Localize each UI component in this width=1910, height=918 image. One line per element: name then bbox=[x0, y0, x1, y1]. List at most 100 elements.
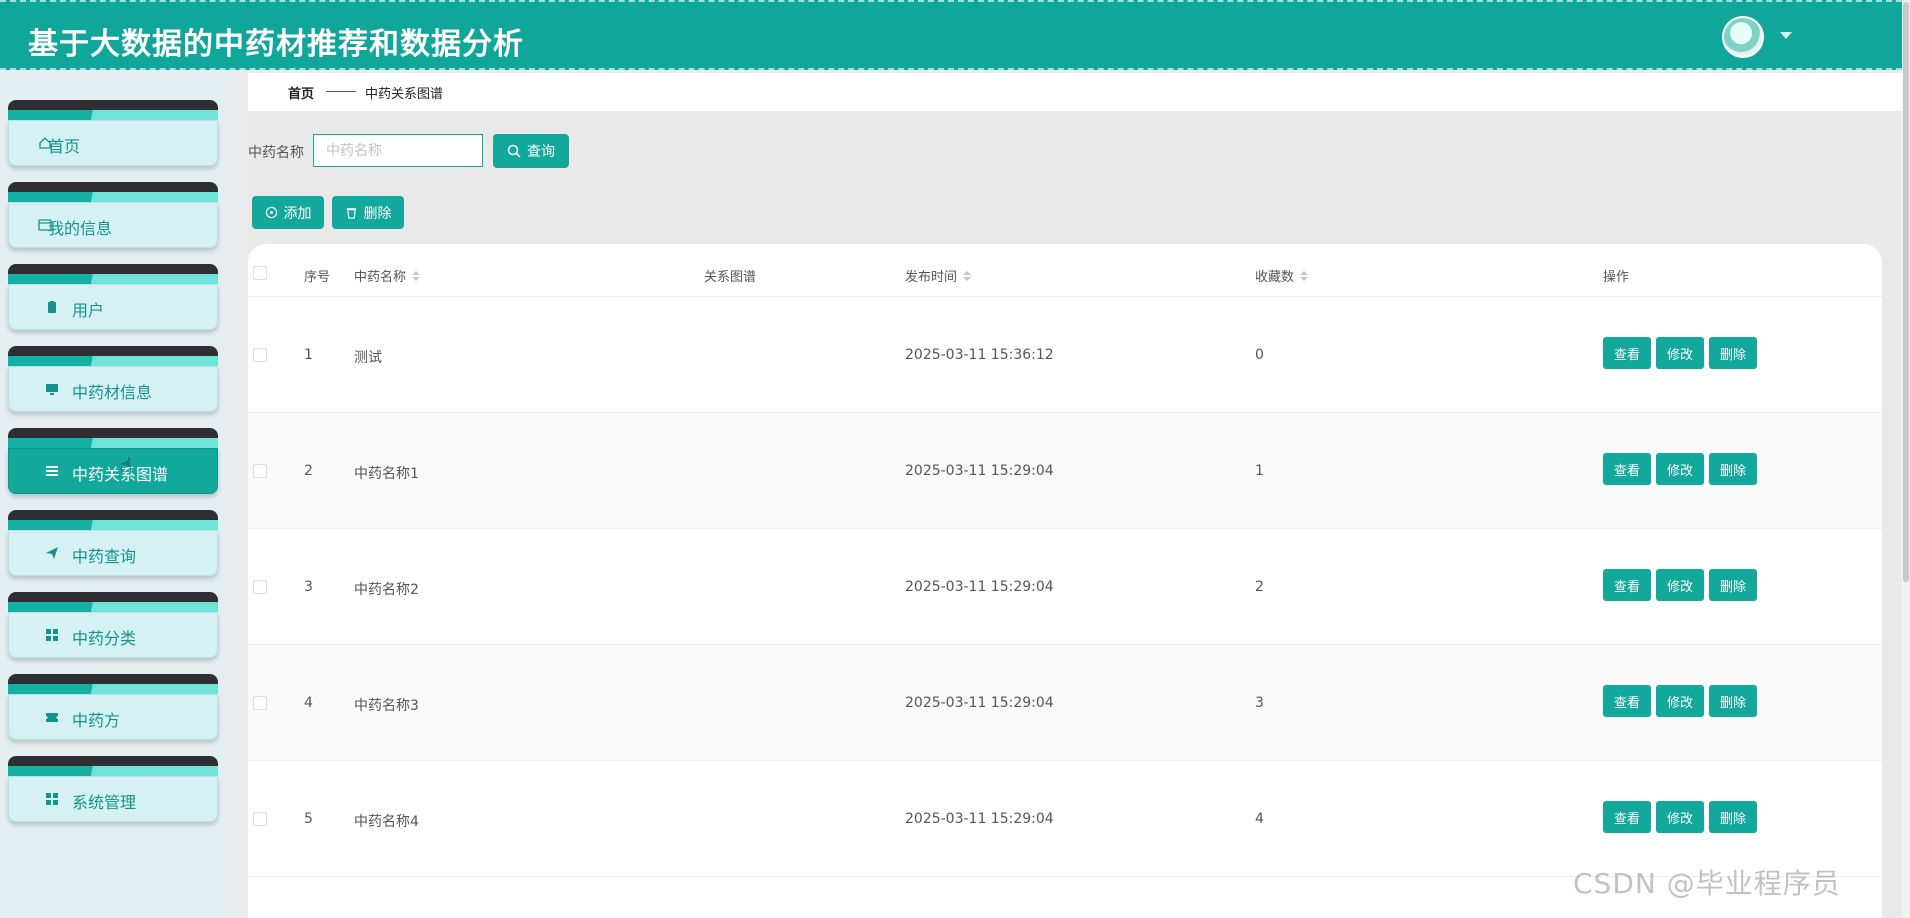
row-name: 测试 bbox=[354, 350, 382, 366]
row-time: 2025-03-11 15:36:12 bbox=[905, 347, 1054, 363]
query-button-label: 查询 bbox=[527, 143, 555, 159]
table-header: 序号 中药名称 关系图谱 发布时间 收藏数 操作 bbox=[248, 244, 1882, 297]
delete-button[interactable]: 删除 bbox=[1709, 569, 1757, 601]
table-row: 3 中药名称2 2025-03-11 15:29:04 2 查看 修改 删除 bbox=[248, 529, 1882, 645]
row-name: 中药名称1 bbox=[354, 466, 419, 482]
row-time: 2025-03-11 15:29:04 bbox=[905, 463, 1054, 479]
sort-icon[interactable] bbox=[412, 270, 421, 281]
sidebar-item-users[interactable]: 用户 bbox=[8, 264, 218, 330]
column-header-favorites[interactable]: 收藏数 bbox=[1255, 266, 1309, 285]
row-favorites: 1 bbox=[1255, 463, 1264, 479]
scrollbar-thumb[interactable] bbox=[1903, 2, 1909, 582]
view-button[interactable]: 查看 bbox=[1603, 569, 1651, 601]
edit-button[interactable]: 修改 bbox=[1656, 801, 1704, 833]
row-checkbox[interactable] bbox=[253, 464, 267, 478]
row-name: 中药名称2 bbox=[354, 582, 419, 598]
sidebar-item-label: 中药材信息 bbox=[72, 383, 153, 402]
sidebar-item-prescription[interactable]: 中药方 bbox=[8, 674, 218, 740]
user-avatar[interactable] bbox=[1722, 16, 1764, 58]
delete-button[interactable]: 删除 bbox=[1709, 685, 1757, 717]
column-header-actions: 操作 bbox=[1603, 270, 1630, 285]
row-name: 中药名称4 bbox=[354, 814, 419, 830]
add-button[interactable]: 添加 bbox=[252, 196, 324, 229]
row-index: 3 bbox=[304, 579, 313, 595]
app-title: 基于大数据的中药材推荐和数据分析 bbox=[28, 27, 524, 62]
chevron-down-icon[interactable] bbox=[1780, 32, 1792, 39]
list-icon bbox=[45, 464, 59, 478]
edit-button[interactable]: 修改 bbox=[1656, 569, 1704, 601]
sidebar-item-label: 中药方 bbox=[72, 711, 121, 730]
sidebar-item-label: 系统管理 bbox=[72, 793, 137, 812]
batch-delete-button[interactable]: 删除 bbox=[332, 196, 404, 229]
view-button[interactable]: 查看 bbox=[1603, 453, 1651, 485]
edit-button[interactable]: 修改 bbox=[1656, 337, 1704, 369]
trash-icon bbox=[346, 208, 356, 219]
breadcrumb: 首页 中药关系图谱 bbox=[248, 73, 1902, 111]
sort-icon[interactable] bbox=[963, 270, 972, 281]
sidebar-item-home[interactable]: 首页 bbox=[8, 100, 218, 166]
sidebar-item-herb-category[interactable]: 中药分类 bbox=[8, 592, 218, 658]
sidebar: 首页 我的信息 用户 中药材信息 中药关系图谱 中药查询 中药分类 中药方 系统… bbox=[0, 72, 228, 918]
ticket-icon bbox=[45, 710, 59, 724]
row-checkbox[interactable] bbox=[253, 348, 267, 362]
view-button[interactable]: 查看 bbox=[1603, 801, 1651, 833]
sidebar-item-label: 我的信息 bbox=[48, 219, 113, 238]
row-index: 2 bbox=[304, 463, 313, 479]
row-favorites: 4 bbox=[1255, 811, 1264, 827]
edit-button[interactable]: 修改 bbox=[1656, 453, 1704, 485]
row-favorites: 3 bbox=[1255, 695, 1264, 711]
sidebar-item-label: 用户 bbox=[72, 301, 105, 320]
herb-name-search-input[interactable] bbox=[313, 134, 483, 167]
breadcrumb-current: 中药关系图谱 bbox=[365, 87, 444, 102]
view-button[interactable]: 查看 bbox=[1603, 685, 1651, 717]
column-header-time[interactable]: 发布时间 bbox=[905, 266, 972, 285]
top-header: 基于大数据的中药材推荐和数据分析 bbox=[0, 0, 1902, 70]
batch-delete-button-label: 删除 bbox=[363, 204, 392, 221]
sidebar-item-herb-info[interactable]: 中药材信息 bbox=[8, 346, 218, 412]
sidebar-item-system[interactable]: 系统管理 bbox=[8, 756, 218, 822]
watermark: CSDN @毕业程序员 bbox=[1573, 867, 1841, 900]
table-row: 5 中药名称4 2025-03-11 15:29:04 4 查看 修改 删除 bbox=[248, 761, 1882, 877]
row-time: 2025-03-11 15:29:04 bbox=[905, 811, 1054, 827]
select-all-checkbox[interactable] bbox=[253, 266, 267, 280]
send-icon bbox=[45, 546, 59, 560]
row-checkbox[interactable] bbox=[253, 812, 267, 826]
row-checkbox[interactable] bbox=[253, 696, 267, 710]
column-header-graph: 关系图谱 bbox=[704, 270, 757, 285]
plus-circle-icon bbox=[265, 206, 277, 219]
hand-cursor-icon: ☝ bbox=[120, 453, 133, 477]
breadcrumb-home[interactable]: 首页 bbox=[288, 83, 314, 102]
sidebar-item-herb-query[interactable]: 中药查询 bbox=[8, 510, 218, 576]
row-checkbox[interactable] bbox=[253, 580, 267, 594]
delete-button[interactable]: 删除 bbox=[1709, 337, 1757, 369]
query-button[interactable]: 查询 bbox=[493, 134, 569, 168]
search-label: 中药名称 bbox=[248, 145, 304, 161]
edit-button[interactable]: 修改 bbox=[1656, 685, 1704, 717]
sidebar-item-label: 首页 bbox=[48, 137, 81, 156]
table-row: 1 测试 2025-03-11 15:36:12 0 查看 修改 删除 bbox=[248, 297, 1882, 413]
add-button-label: 添加 bbox=[283, 204, 312, 221]
column-header-index: 序号 bbox=[304, 270, 331, 285]
sidebar-item-my-info[interactable]: 我的信息 bbox=[8, 182, 218, 248]
sort-icon[interactable] bbox=[1300, 270, 1309, 281]
grid-icon bbox=[45, 628, 59, 642]
delete-button[interactable]: 删除 bbox=[1709, 453, 1757, 485]
row-time: 2025-03-11 15:29:04 bbox=[905, 695, 1054, 711]
sidebar-item-relation-graph[interactable]: 中药关系图谱 bbox=[8, 428, 218, 494]
delete-button[interactable]: 删除 bbox=[1709, 801, 1757, 833]
row-index: 4 bbox=[304, 695, 313, 711]
monitor-icon bbox=[45, 382, 59, 396]
table-row: 4 中药名称3 2025-03-11 15:29:04 3 查看 修改 删除 bbox=[248, 645, 1882, 761]
row-name: 中药名称3 bbox=[354, 698, 419, 714]
row-favorites: 0 bbox=[1255, 347, 1264, 363]
sidebar-item-label: 中药查询 bbox=[72, 547, 137, 566]
table-row: 2 中药名称1 2025-03-11 15:29:04 1 查看 修改 删除 bbox=[248, 413, 1882, 529]
view-button[interactable]: 查看 bbox=[1603, 337, 1651, 369]
sidebar-item-label: 中药分类 bbox=[72, 629, 137, 648]
grid-icon bbox=[45, 792, 59, 806]
row-index: 5 bbox=[304, 811, 313, 827]
column-header-name[interactable]: 中药名称 bbox=[354, 266, 421, 285]
row-index: 1 bbox=[304, 347, 313, 363]
page-scrollbar[interactable] bbox=[1902, 0, 1910, 918]
clipboard-icon bbox=[45, 300, 59, 314]
